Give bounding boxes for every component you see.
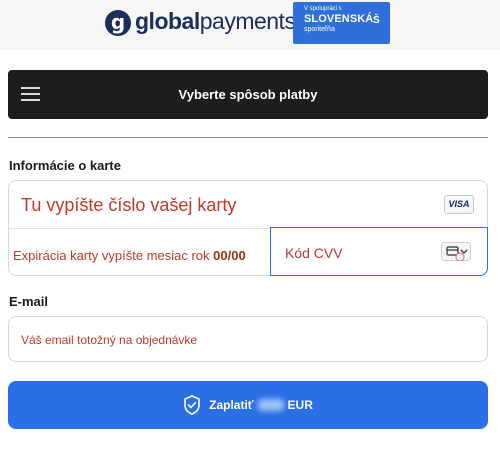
globalpayments-logo: globalpayments [135,8,296,34]
partner-logo-icon: Š [373,15,380,26]
partner-sub: sporiteľňa [304,26,335,33]
payment-method-bar: Vyberte spôsob platby [8,70,488,119]
email-label: E-mail [9,294,49,309]
card-number-field[interactable]: Tu vypíšte číslo vašej karty [21,195,236,216]
expiry-field[interactable]: Expirácia karty vypíšte mesiac rok 00/00 [13,248,246,263]
email-placeholder: Váš email totožný na objednávke [21,333,198,347]
pay-button[interactable]: Zaplatiť EUR [8,381,488,429]
cvv-field[interactable]: Kód CVV [270,227,488,276]
email-field[interactable]: Váš email totožný na objednávke [8,316,488,362]
partner-small-text: V spolupráci s [304,6,342,12]
header: g globalpayments V spolupráci s SLOVENSK… [0,0,500,50]
globalpayments-logo-mark: g [105,10,131,36]
pay-currency: EUR [287,398,313,412]
pay-label: Zaplatiť [209,398,254,412]
cvv-placeholder: Kód CVV [285,245,343,261]
pay-amount-redacted [257,399,284,411]
card-cvv-icon [441,242,471,261]
shield-check-icon [184,395,200,415]
card-info-label: Informácie o karte [9,158,121,173]
payment-method-title[interactable]: Vyberte spôsob platby [8,87,488,102]
visa-icon: VISA [444,195,474,214]
expiry-format: 00/00 [213,248,246,263]
partner-badge: V spolupráci s SLOVENSKÁ sporiteľňa Š [293,2,390,44]
divider [8,137,488,138]
